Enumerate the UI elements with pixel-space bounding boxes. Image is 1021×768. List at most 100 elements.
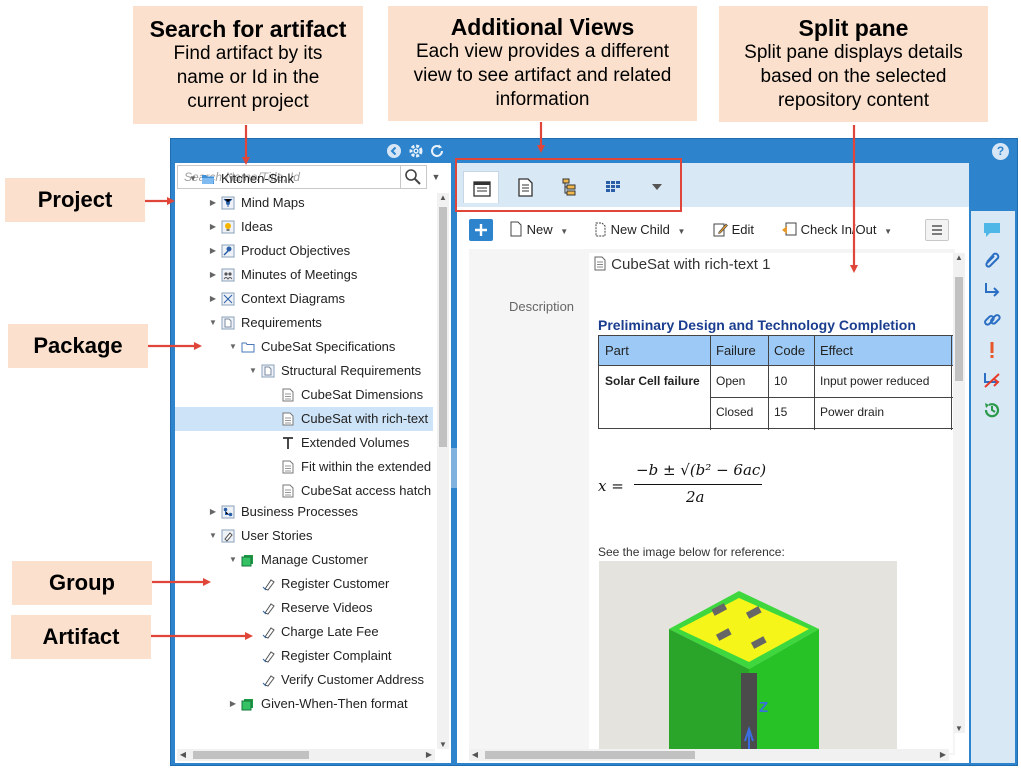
expand-arrow-right-icon[interactable]: ▶	[207, 191, 219, 215]
tree-item[interactable]: Register Complaint	[175, 644, 433, 668]
scroll-right-arrow[interactable]: ▶	[423, 750, 435, 759]
story-card-icon	[262, 651, 275, 663]
new-button[interactable]: New ▼	[509, 219, 568, 241]
label-package: Package	[8, 324, 148, 368]
tree-vscroll-thumb[interactable]	[439, 207, 447, 447]
tree-item-label: Verify Customer Address	[281, 672, 425, 687]
new-document-icon	[510, 221, 522, 237]
tree-item[interactable]: ▼ Manage Customer	[175, 548, 433, 572]
repository-tree-panel: Search Name/Title, Id ▼ ▼ Kitchen-Sink ▶ Mi…	[175, 163, 451, 763]
tree-item[interactable]: ▶ Mind Maps	[175, 191, 433, 215]
edit-button[interactable]: Edit	[713, 219, 754, 241]
tree-item[interactable]: ▶ Context Diagrams	[175, 287, 433, 311]
tree-item-label: Requirements	[241, 315, 322, 330]
description-label: Description	[509, 299, 575, 314]
doc-scroll-up-arrow[interactable]: ▲	[953, 253, 965, 262]
tree-item-label: Register Customer	[281, 576, 390, 591]
doc-scroll-down-arrow[interactable]: ▼	[953, 724, 965, 733]
expand-arrow-down-icon[interactable]: ▼	[227, 548, 239, 572]
add-button[interactable]	[469, 219, 493, 241]
doc-scroll-right-arrow[interactable]: ▶	[937, 750, 949, 759]
scroll-up-arrow[interactable]: ▲	[437, 193, 449, 202]
expand-arrow-right-icon[interactable]: ▶	[207, 263, 219, 287]
tree-item[interactable]: Charge Late Fee	[175, 620, 433, 644]
tree-vertical-scrollbar[interactable]: ▲ ▼	[437, 193, 449, 749]
header-part: Part	[605, 343, 629, 358]
expand-arrow-down-icon[interactable]: ▼	[247, 359, 259, 383]
scroll-down-arrow[interactable]: ▼	[437, 740, 449, 749]
tree-item[interactable]: ▶ Product Objectives	[175, 239, 433, 263]
tree-hscroll-thumb[interactable]	[193, 751, 309, 759]
tree-item[interactable]: ▼ Kitchen-Sink	[175, 167, 433, 191]
refresh-icon[interactable]	[429, 143, 445, 159]
tree-item-label: Business Processes	[241, 504, 359, 519]
row2-effect: Power drain	[820, 405, 885, 419]
tree-item-label: Register Complaint	[281, 648, 392, 663]
tree-item[interactable]: Extended Volumes	[175, 431, 433, 455]
tree-item[interactable]: Reserve Videos	[175, 596, 433, 620]
tree-item[interactable]: Register Customer	[175, 572, 433, 596]
expand-arrow-down-icon[interactable]: ▼	[227, 335, 239, 359]
failure-table: Part Failure Code Effect Solar Cell fail…	[598, 335, 953, 430]
suspect-link-icon[interactable]	[981, 369, 1003, 391]
expand-arrow-right-icon[interactable]: ▶	[207, 239, 219, 263]
doc-hscroll-thumb[interactable]	[485, 751, 695, 759]
new-child-button-label: New Child	[610, 222, 670, 237]
process-icon	[221, 505, 235, 519]
group-icon	[241, 699, 253, 711]
link-icon[interactable]	[981, 309, 1003, 331]
expand-arrow-down-icon[interactable]: ▼	[187, 167, 199, 191]
tree-item[interactable]: ▶ Minutes of Meetings	[175, 263, 433, 287]
settings-gear-icon[interactable]	[408, 143, 424, 159]
callout-views-desc: Each view provides a different view to s…	[413, 41, 672, 110]
tree-item[interactable]: ▼ Structural Requirements	[175, 359, 433, 383]
tree-item[interactable]: ▼ Requirements	[175, 311, 433, 335]
toolbar-menu-button[interactable]	[925, 219, 949, 241]
tree-item[interactable]: Fit within the extended	[175, 455, 433, 479]
collapse-left-icon[interactable]	[386, 143, 402, 159]
callout-split-desc: Split pane displays details based on the…	[744, 42, 963, 111]
mind-map-icon	[221, 196, 235, 210]
tree-item-label: Ideas	[241, 219, 273, 234]
expand-arrow-right-icon[interactable]: ▶	[207, 215, 219, 239]
views-highlight-box	[455, 158, 682, 212]
check-in-out-icon	[782, 222, 797, 236]
tree-item[interactable]: ▼ User Stories	[175, 524, 433, 548]
tree-item[interactable]: CubeSat Dimensions	[175, 383, 433, 407]
tree-item-label: Given-When-Then format	[261, 696, 408, 711]
doc-vertical-scrollbar[interactable]: ▲ ▼	[953, 253, 965, 733]
expand-arrow-right-icon[interactable]: ▶	[207, 500, 219, 524]
comments-icon[interactable]	[981, 219, 1003, 241]
rich-text-document[interactable]: CubeSat with rich-text 1 Preliminary Des…	[589, 253, 953, 753]
doc-vscroll-thumb[interactable]	[955, 277, 963, 381]
attachment-icon[interactable]	[981, 249, 1003, 271]
tree-item-label: Mind Maps	[241, 195, 305, 210]
tree-item[interactable]: ▶ Business Processes	[175, 500, 433, 524]
meeting-icon	[221, 268, 235, 282]
doc-scroll-left-arrow[interactable]: ◀	[469, 750, 481, 759]
expand-arrow-right-icon[interactable]: ▶	[207, 287, 219, 311]
doc-horizontal-scrollbar[interactable]: ◀ ▶	[469, 749, 949, 761]
split-pane: New ▼ New Child ▼ Edit Check In/Out ▼ De…	[457, 163, 969, 763]
tree-item[interactable]: Verify Customer Address	[175, 668, 433, 692]
check-in-out-button[interactable]: Check In/Out ▼	[781, 219, 892, 241]
tree-item-label: Product Objectives	[241, 243, 351, 258]
tree-item[interactable]: ▶ Ideas	[175, 215, 433, 239]
tree-item-label: CubeSat with rich-text	[301, 411, 429, 426]
expand-arrow-down-icon[interactable]: ▼	[207, 524, 219, 548]
help-icon[interactable]: ?	[992, 143, 1009, 160]
story-card-icon	[262, 675, 275, 687]
tree-item-selected[interactable]: CubeSat with rich-text	[175, 407, 433, 431]
tree-horizontal-scrollbar[interactable]: ◀ ▶	[177, 749, 435, 761]
tree-item[interactable]: ▶ Given-When-Then format	[175, 692, 433, 716]
new-child-button[interactable]: New Child ▼	[593, 219, 685, 241]
callout-split-title: Split pane	[798, 15, 909, 41]
expand-arrow-down-icon[interactable]: ▼	[207, 311, 219, 335]
alert-icon[interactable]	[981, 339, 1003, 361]
expand-arrow-right-icon[interactable]: ▶	[227, 692, 239, 716]
label-group: Group	[12, 561, 152, 605]
history-icon[interactable]	[981, 399, 1003, 421]
trace-icon[interactable]	[981, 279, 1003, 301]
scroll-left-arrow[interactable]: ◀	[177, 750, 189, 759]
tree-item[interactable]: ▼ CubeSat Specifications	[175, 335, 433, 359]
